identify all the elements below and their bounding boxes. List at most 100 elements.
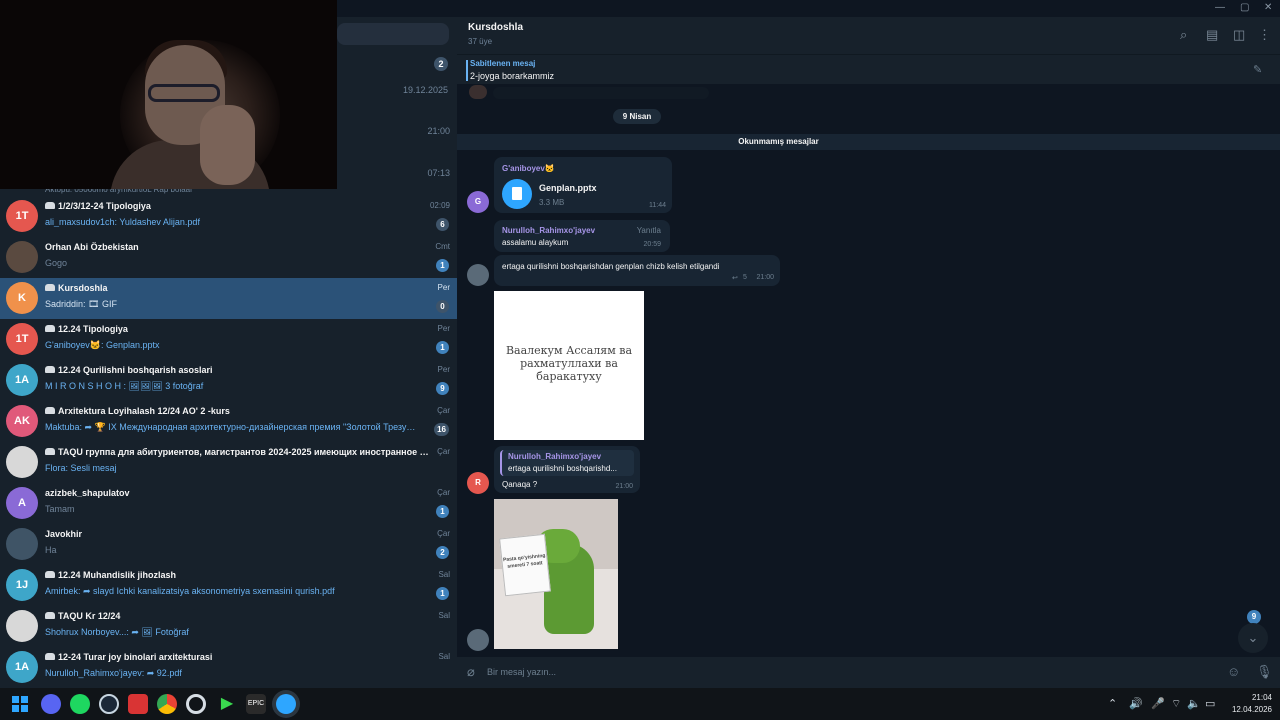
windows-start-button[interactable]: [12, 696, 28, 712]
chat-item[interactable]: 1T 1/2/3/12-24 Tipologiya ali_maxsudov1ch:…: [0, 196, 457, 237]
pinned-title: Sabitlenen mesaj: [470, 59, 536, 68]
opera-gx-icon[interactable]: [186, 694, 206, 714]
battery-icon[interactable]: ▭: [1205, 697, 1215, 710]
chat-header[interactable]: Kursdoshla 37 üye ⌕ ▤ ◫ ⋮: [457, 17, 1280, 54]
group-icon: [45, 366, 55, 373]
chat-name-text: 12.24 Qurilishni boshqarish asoslari: [58, 365, 213, 375]
avatar[interactable]: [6, 528, 38, 560]
chevron-up-icon[interactable]: ⌃: [1108, 697, 1117, 710]
group-icon: [45, 612, 55, 619]
list-item: [493, 87, 709, 99]
taskbar: ▶ EPIC ⌃ 🔊 🎤 ⌔ 🔈 ▭ 21:04 12.04.2026: [0, 688, 1280, 720]
chat-name-text: 12.24 Muhandislik jihozlash: [58, 570, 177, 580]
chat-name-text: Orhan Abi Özbekistan: [45, 242, 139, 252]
maximize-icon[interactable]: ▢: [1240, 2, 1249, 13]
avatar[interactable]: A: [6, 487, 38, 519]
unread-badge: 0: [436, 300, 449, 313]
chat-item[interactable]: 1T 12.24 Tipologiya G'aniboyev🐱: Genplan.p…: [0, 319, 457, 360]
pinned-message[interactable]: Sabitlenen mesaj 2-joyga borarkammiz ✎: [457, 54, 1280, 84]
avatar[interactable]: [6, 610, 38, 642]
discord-icon[interactable]: [41, 694, 61, 714]
message-bubble[interactable]: G'aniboyev🐱 Genplan.pptx 3.3 MB 11:44: [494, 157, 672, 213]
steam-icon[interactable]: [99, 694, 119, 714]
more-icon[interactable]: ⋮: [1258, 27, 1271, 43]
chat-name: Arxitektura Loyihalash 12/24 AO' 2 -kurs: [45, 406, 430, 416]
wifi-icon[interactable]: ⌔: [1171, 697, 1181, 711]
avatar[interactable]: 1T: [6, 200, 38, 232]
message-text: ertaga qurilishni boshqarishdan genplan …: [502, 262, 720, 271]
avatar[interactable]: 1T: [6, 323, 38, 355]
chat-preview: Flora: Sesli mesaj: [45, 463, 117, 473]
avatar[interactable]: AK: [6, 405, 38, 437]
chat-item[interactable]: 1A 12-24 Turar joy binolari arxitekturasi…: [0, 647, 457, 688]
avatar[interactable]: 1J: [6, 569, 38, 601]
volume-icon[interactable]: 🔊: [1129, 697, 1143, 710]
chat-item[interactable]: AK Arxitektura Loyihalash 12/24 AO' 2 -ku…: [0, 401, 457, 442]
telegram-icon[interactable]: [276, 694, 296, 714]
reply-button[interactable]: Yanıtla: [637, 226, 661, 235]
epic-games-icon[interactable]: EPIC: [246, 694, 266, 714]
microphone-icon[interactable]: 🎤: [1151, 697, 1165, 710]
unread-badge: 1: [436, 341, 449, 354]
avatar[interactable]: [6, 241, 38, 273]
chat-item[interactable]: K Kursdoshla Sadriddin: 🎞 GIF Per 0: [0, 278, 457, 319]
avatar[interactable]: G: [467, 191, 489, 213]
date-separator: 9 Nisan: [613, 109, 661, 124]
chat-view: Kursdoshla 37 üye ⌕ ▤ ◫ ⋮ Sabitlenen mes…: [457, 17, 1280, 688]
pin-list-icon[interactable]: ✎: [1253, 63, 1262, 76]
chat-name: 12.24 Qurilishni boshqarish asoslari: [45, 365, 430, 375]
chat-item[interactable]: TAQU группа для абитуриентов, магистрант…: [0, 442, 457, 483]
microphone-icon[interactable]: 🎙: [1256, 664, 1273, 680]
voice-chat-icon[interactable]: ▤: [1206, 27, 1218, 43]
avatar[interactable]: 1A: [6, 651, 38, 683]
speaker-icon[interactable]: 🔈: [1187, 697, 1201, 710]
chat-item[interactable]: Aazizbek_shapulatov Tamam Çar 1: [0, 483, 457, 524]
chat-name: azizbek_shapulatov: [45, 488, 430, 498]
message-bubble[interactable]: Nurulloh_Rahimxo'jayev ertaga qurilishni…: [494, 446, 640, 493]
chat-time: Çar: [437, 447, 450, 456]
message-bubble[interactable]: ertaga qurilishni boshqarishdan genplan …: [494, 255, 780, 286]
search-input[interactable]: [337, 23, 449, 45]
unread-badge: 2: [436, 546, 449, 559]
unread-badge: 6: [436, 218, 449, 231]
chat-name-text: Arxitektura Loyihalash 12/24 AO' 2 -kurs: [58, 406, 230, 416]
chrome-icon[interactable]: [157, 694, 177, 714]
sidebar-toggle-icon[interactable]: ◫: [1233, 27, 1245, 43]
file-name[interactable]: Genplan.pptx: [539, 183, 597, 193]
chat-time: Sal: [438, 652, 450, 661]
message-bubble[interactable]: Nurulloh_Rahimxo'jayev Yanıtla assalamu …: [494, 220, 670, 252]
document-icon[interactable]: [502, 179, 532, 209]
search-icon[interactable]: ⌕: [1180, 27, 1187, 43]
avatar[interactable]: 1A: [6, 364, 38, 396]
message-sender[interactable]: Nurulloh_Rahimxo'jayev: [502, 226, 595, 235]
chat-item[interactable]: Orhan Abi Özbekistan Gogo Cmt 1: [0, 237, 457, 278]
unread-separator: Okunmamış mesajlar: [457, 134, 1280, 150]
system-clock[interactable]: 21:04 12.04.2026: [1232, 692, 1272, 716]
clock-time: 21:04: [1251, 693, 1272, 702]
chat-item[interactable]: Javokhir Ha Çar 2: [0, 524, 457, 565]
game-icon[interactable]: ▶: [217, 694, 237, 714]
image-message[interactable]: Pasta qo'yishning smereti 7 soatt: [494, 499, 618, 649]
chat-item[interactable]: 1A 12.24 Qurilishni boshqarish asoslari M …: [0, 360, 457, 401]
close-icon[interactable]: ✕: [1264, 2, 1272, 13]
chat-item[interactable]: 1J 12.24 Muhandislik jihozlash Amirbek: ➦ …: [0, 565, 457, 606]
attach-icon[interactable]: ⌀: [467, 664, 475, 680]
emoji-icon[interactable]: ☺: [1227, 664, 1240, 679]
chat-preview: Nurulloh_Rahimxo'jayev: ➦ 92.pdf: [45, 668, 182, 678]
app-icon[interactable]: [128, 694, 148, 714]
avatar[interactable]: R: [467, 472, 489, 494]
chat-item[interactable]: TAQU Kr 12/24 Shohrux Norboyev...: ➦ 🖼 Fo…: [0, 606, 457, 647]
spotify-icon[interactable]: [70, 694, 90, 714]
message-input[interactable]: [487, 664, 1187, 680]
minimize-icon[interactable]: —: [1215, 2, 1225, 13]
image-caption: Ваалекум Ассалям ва рахматуллахи ва бара…: [505, 344, 633, 383]
reply-icon: ↩: [732, 275, 738, 282]
message-sender[interactable]: G'aniboyev🐱: [502, 164, 555, 173]
avatar[interactable]: K: [6, 282, 38, 314]
image-message[interactable]: Ваалекум Ассалям ва рахматуллахи ва бара…: [494, 291, 644, 440]
avatar[interactable]: [6, 446, 38, 478]
scroll-down-button[interactable]: ⌄: [1238, 623, 1268, 653]
avatar[interactable]: [467, 629, 489, 651]
chat-name-text: 12.24 Tipologiya: [58, 324, 128, 334]
avatar[interactable]: [467, 264, 489, 286]
